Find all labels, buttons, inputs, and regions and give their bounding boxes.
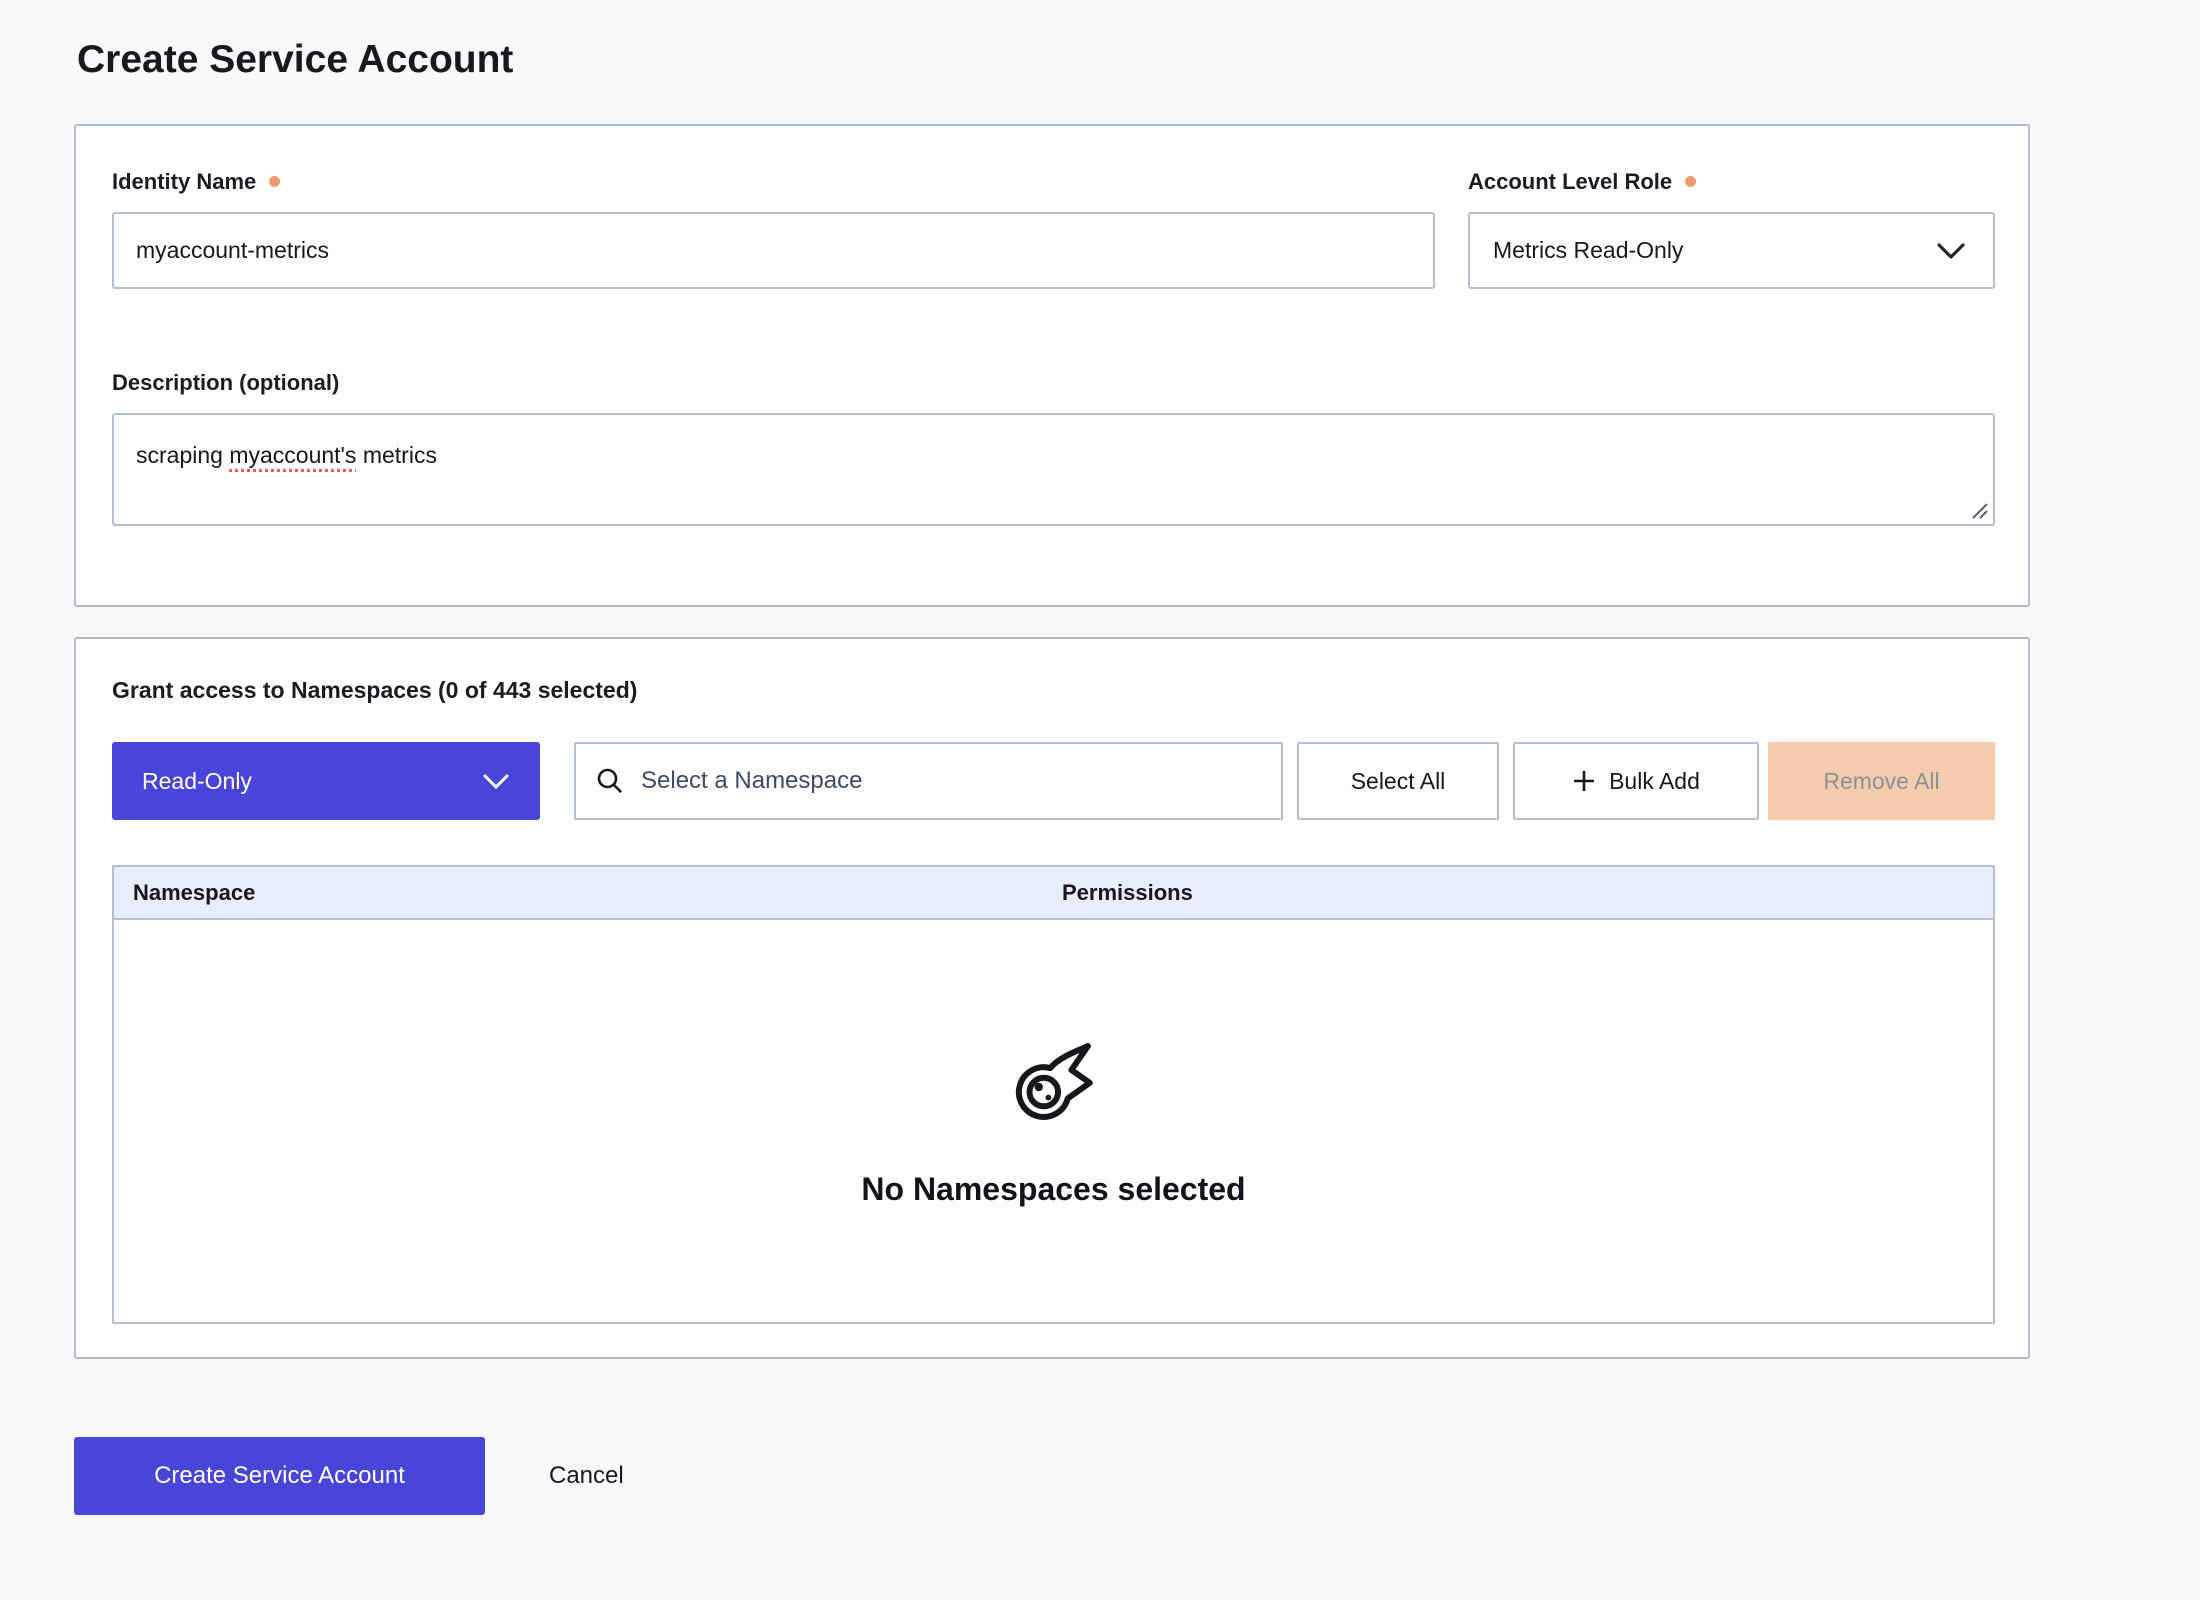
permission-role-value: Read-Only (142, 768, 252, 795)
bulk-add-button[interactable]: Bulk Add (1513, 742, 1759, 820)
namespace-search-input[interactable] (639, 766, 1261, 796)
empty-state: No Namespaces selected (861, 1035, 1245, 1208)
comet-icon (1007, 1035, 1099, 1127)
permissions-column-header: Permissions (1062, 880, 1193, 906)
description-textarea[interactable]: scraping myaccount's metrics (112, 413, 1995, 526)
description-label: Description (optional) (112, 369, 339, 396)
description-text: metrics (356, 442, 437, 468)
identity-name-label-row: Identity Name (112, 168, 1435, 195)
namespaces-table: Namespace Permissions No Namespaces sele… (112, 865, 1995, 1324)
cancel-button[interactable]: Cancel (549, 1462, 624, 1490)
account-level-role-select[interactable]: Metrics Read-Only (1468, 212, 1995, 289)
namespaces-table-body: No Namespaces selected (114, 920, 1993, 1322)
description-text: scraping (136, 442, 229, 468)
remove-all-button[interactable]: Remove All (1768, 742, 1995, 820)
select-all-button[interactable]: Select All (1297, 742, 1499, 820)
required-dot-icon (1685, 176, 1696, 187)
bulk-add-label: Bulk Add (1609, 768, 1700, 795)
footer-actions: Create Service Account Cancel (74, 1437, 2200, 1515)
account-level-role-value: Metrics Read-Only (1493, 237, 1683, 264)
account-level-role-label-row: Account Level Role (1468, 168, 1995, 195)
page-title: Create Service Account (77, 36, 2200, 84)
account-level-role-field: Account Level Role Metrics Read-Only (1468, 168, 1995, 289)
identity-panel: Identity Name Account Level Role Metrics… (74, 124, 2030, 607)
description-misspelled-word: myaccount's (229, 442, 356, 468)
namespaces-heading: Grant access to Namespaces (0 of 443 sel… (112, 677, 1995, 704)
identity-name-field: Identity Name (112, 168, 1435, 289)
create-service-account-button[interactable]: Create Service Account (74, 1437, 485, 1515)
identity-name-label: Identity Name (112, 168, 256, 195)
chevron-down-icon (482, 773, 510, 790)
search-icon (596, 767, 624, 795)
identity-name-input[interactable] (112, 212, 1435, 289)
namespace-search[interactable] (574, 742, 1283, 820)
chevron-down-icon (1936, 242, 1966, 260)
namespace-column-header: Namespace (133, 880, 1062, 906)
empty-state-message: No Namespaces selected (861, 1171, 1245, 1208)
namespaces-table-header: Namespace Permissions (114, 867, 1993, 920)
resize-grip-icon[interactable] (1971, 502, 1989, 520)
create-service-account-page: Create Service Account Identity Name Acc… (0, 0, 2200, 1600)
permission-role-dropdown[interactable]: Read-Only (112, 742, 540, 820)
account-level-role-label: Account Level Role (1468, 168, 1672, 195)
description-label-row: Description (optional) (112, 369, 1995, 396)
namespace-controls-row: Read-Only Select All Bulk Add (112, 742, 1995, 820)
plus-icon (1572, 769, 1596, 793)
required-dot-icon (269, 176, 280, 187)
identity-field-row: Identity Name Account Level Role Metrics… (112, 168, 1995, 289)
namespaces-panel: Grant access to Namespaces (0 of 443 sel… (74, 637, 2030, 1359)
